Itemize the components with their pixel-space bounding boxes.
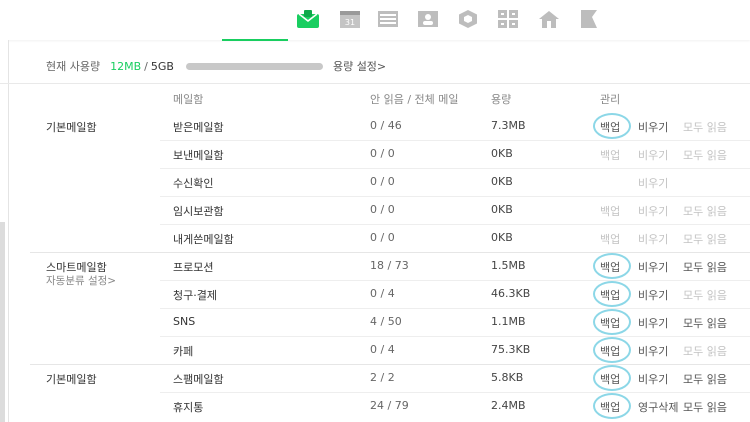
table-row: 휴지통 24 / 79 2.4MB 백업 영구삭제 모두 읽음: [0, 392, 750, 420]
empty-button[interactable]: 비우기: [638, 343, 668, 359]
column-unread-total: 안 읽음 / 전체 메일: [370, 93, 459, 106]
mailbox-size: 46.3KB: [491, 287, 531, 300]
column-mailbox: 메일함: [173, 93, 204, 106]
mailbox-name[interactable]: 카페: [173, 343, 193, 359]
mailbox-size: 7.3MB: [491, 119, 526, 132]
unread-total-count: 0 / 0: [370, 175, 395, 188]
divider: [0, 83, 750, 84]
table-row: 수신확인 0 / 0 0KB 비우기: [0, 168, 750, 196]
mailbox-size: 0KB: [491, 231, 513, 244]
unread-total-count: 4 / 50: [370, 315, 402, 328]
unread-total-count: 0 / 0: [370, 231, 395, 244]
table-row: 내게쓴메일함 0 / 0 0KB 백업 비우기 모두 읽음: [0, 224, 750, 252]
storage-settings-link[interactable]: 용량 설정>: [333, 58, 386, 74]
empty-button[interactable]: 비우기: [638, 259, 668, 275]
usage-total: 5GB: [150, 59, 174, 73]
backup-button[interactable]: 백업: [592, 281, 632, 307]
empty-button[interactable]: 비우기: [638, 175, 668, 191]
mailbox-size: 0KB: [491, 175, 513, 188]
empty-button[interactable]: 비우기: [638, 231, 668, 247]
mark-all-read-button[interactable]: 모두 읽음: [683, 371, 727, 387]
backup-button[interactable]: 백업: [592, 365, 632, 391]
active-tab-indicator: [222, 39, 288, 41]
backup-button[interactable]: 백업: [600, 147, 620, 163]
mailbox-size: 1.5MB: [491, 259, 526, 272]
contacts-icon[interactable]: [418, 10, 438, 28]
delete-permanently-button[interactable]: 영구삭제: [638, 399, 678, 415]
backup-button[interactable]: 백업: [592, 253, 632, 279]
mailbox-size: 1.1MB: [491, 315, 526, 328]
mark-all-read-button[interactable]: 모두 읽음: [683, 119, 727, 135]
calendar-icon[interactable]: 31: [340, 10, 360, 28]
table-row: 받은메일함 0 / 46 7.3MB 백업 비우기 모두 읽음: [0, 112, 750, 140]
backup-button[interactable]: 백업: [600, 203, 620, 219]
mailbox-name[interactable]: 휴지통: [173, 399, 203, 415]
mailbox-name[interactable]: 수신확인: [173, 175, 213, 191]
table-row: SNS 4 / 50 1.1MB 백업 비우기 모두 읽음: [0, 308, 750, 336]
unread-total-count: 2 / 2: [370, 371, 395, 384]
mark-all-read-button[interactable]: 모두 읽음: [683, 259, 727, 275]
usage-separator: /: [144, 59, 148, 73]
mailbox-name[interactable]: 청구·결제: [173, 287, 217, 303]
table-row: 보낸메일함 0 / 0 0KB 백업 비우기 모두 읽음: [0, 140, 750, 168]
table-row: 프로모션 18 / 73 1.5MB 백업 비우기 모두 읽음: [0, 252, 750, 280]
mailbox-name[interactable]: SNS: [173, 315, 195, 328]
mailbox-size: 0KB: [491, 147, 513, 160]
table-row: 카페 0 / 4 75.3KB 백업 비우기 모두 읽음: [0, 336, 750, 364]
column-manage: 관리: [600, 93, 621, 106]
mark-all-read-button[interactable]: 모두 읽음: [683, 147, 727, 163]
mailbox-size: 5.8KB: [491, 371, 524, 384]
table-header: 메일함 안 읽음 / 전체 메일 용량 관리: [0, 91, 750, 106]
mailbox-name[interactable]: 임시보관함: [173, 203, 224, 219]
usage-progress-bar: [185, 62, 323, 70]
table-row: 임시보관함 0 / 0 0KB 백업 비우기 모두 읽음: [0, 196, 750, 224]
mailbox-name[interactable]: 보낸메일함: [173, 147, 224, 163]
app-toolbar: 31: [0, 0, 750, 41]
mailbox-size: 2.4MB: [491, 399, 526, 412]
mailbox-name[interactable]: 스팸메일함: [173, 371, 224, 387]
table-row: 청구·결제 0 / 4 46.3KB 백업 비우기 모두 읽음: [0, 280, 750, 308]
home-icon[interactable]: [539, 10, 559, 28]
mailbox-size: 0KB: [491, 203, 513, 216]
mark-all-read-button[interactable]: 모두 읽음: [683, 287, 727, 303]
unread-total-count: 0 / 0: [370, 203, 395, 216]
mailbox-name[interactable]: 내게쓴메일함: [173, 231, 234, 247]
mark-all-read-button[interactable]: 모두 읽음: [683, 203, 727, 219]
empty-button[interactable]: 비우기: [638, 371, 668, 387]
empty-button[interactable]: 비우기: [638, 203, 668, 219]
empty-button[interactable]: 비우기: [638, 119, 668, 135]
unread-total-count: 24 / 79: [370, 399, 409, 412]
backup-button[interactable]: 백업: [592, 113, 632, 139]
svg-text:31: 31: [345, 18, 355, 27]
backup-button[interactable]: 백업: [592, 309, 632, 335]
mailbox-name[interactable]: 프로모션: [173, 259, 213, 275]
backup-button[interactable]: 백업: [592, 337, 632, 363]
empty-button[interactable]: 비우기: [638, 315, 668, 331]
mail-icon[interactable]: [297, 10, 319, 28]
unread-total-count: 0 / 4: [370, 343, 395, 356]
mark-all-read-button[interactable]: 모두 읽음: [683, 315, 727, 331]
unread-total-count: 0 / 4: [370, 287, 395, 300]
mailbox-name[interactable]: 받은메일함: [173, 119, 224, 135]
unread-total-count: 18 / 73: [370, 259, 409, 272]
mailbox-size: 75.3KB: [491, 343, 531, 356]
empty-button[interactable]: 비우기: [638, 147, 668, 163]
list-icon[interactable]: [378, 10, 398, 28]
grid-icon[interactable]: [498, 10, 518, 28]
box-icon[interactable]: [458, 10, 478, 28]
mark-all-read-button[interactable]: 모두 읽음: [683, 231, 727, 247]
unread-total-count: 0 / 0: [370, 147, 395, 160]
unread-total-count: 0 / 46: [370, 119, 402, 132]
usage-used: 12MB: [110, 59, 142, 73]
backup-button[interactable]: 백업: [592, 393, 632, 419]
mark-all-read-button[interactable]: 모두 읽음: [683, 399, 727, 415]
usage-label: 현재 사용량: [46, 60, 101, 73]
table-row: 스팸메일함 2 / 2 5.8KB 백업 비우기 모두 읽음: [0, 364, 750, 392]
flag-icon[interactable]: [580, 10, 600, 28]
empty-button[interactable]: 비우기: [638, 287, 668, 303]
mark-all-read-button[interactable]: 모두 읽음: [683, 343, 727, 359]
backup-button[interactable]: 백업: [600, 231, 620, 247]
storage-usage: 현재 사용량 12MB / 5GB 용량 설정>: [46, 58, 386, 74]
column-size: 용량: [491, 93, 512, 106]
